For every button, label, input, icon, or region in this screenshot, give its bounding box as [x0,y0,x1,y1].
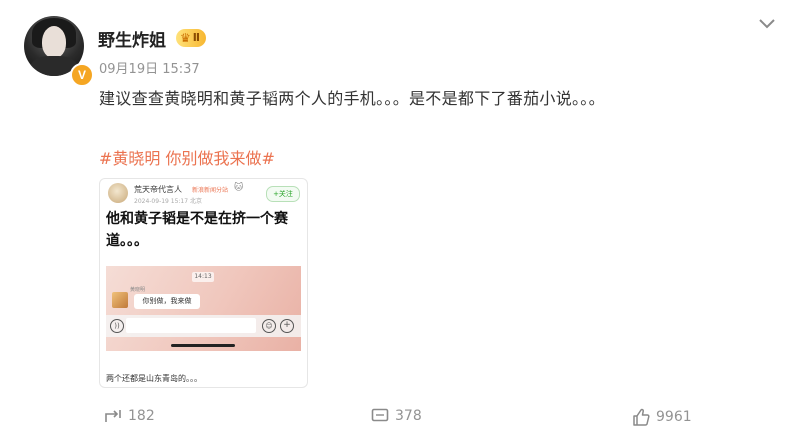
card-title: 他和黄子韬是不是在挤一个赛道。。。 [106,211,288,249]
comment-button[interactable]: 378 [371,408,422,424]
card-author: 荒天帝代言人 [134,185,182,194]
card-caption: 两个还都是山东青岛的。。。 [106,374,202,383]
card-avatar [108,183,128,203]
post-time[interactable]: 09月19日 15:37 [99,58,200,77]
level-badge[interactable]: ♛ Ⅱ [176,29,207,47]
crown-icon: ♛ [180,31,191,45]
like-count: 9961 [656,409,692,425]
username[interactable]: 野生炸姐 [98,26,166,51]
card-time: 2024-09-19 15:17 北京 [134,198,202,205]
share-icon [105,410,121,422]
home-indicator [171,344,235,347]
repost-button[interactable]: 182 [104,408,155,424]
cat-icon: 🐱 [234,183,244,193]
chat-sender: 黄晓明 [130,287,146,293]
card-tag: 新浪新闻分站 [192,187,229,194]
voice-icon: )) [110,319,124,333]
post-content: 建议查查黄晓明和黄子韬两个人的手机。。。是不是都下了番茄小说。。。 [99,89,605,108]
chat-input-bar: )) ☺ + [106,315,301,337]
plus-icon: + [280,319,294,333]
topic-link[interactable]: #黄晓明 你别做我来做# [99,145,275,169]
card-follow-button: +关注 [266,186,300,202]
emoji-icon: ☺ [262,319,276,333]
chat-time: 14:13 [192,272,214,282]
chat-bubble: 你别做，我来做 [134,294,200,309]
embedded-image-card[interactable]: 荒天帝代言人 新浪新闻分站 🐱 2024-09-19 15:17 北京 +关注 … [99,178,308,388]
chevron-down-icon[interactable] [757,13,777,33]
chat-avatar [112,292,128,308]
like-button[interactable]: 9961 [632,408,692,426]
repost-count: 182 [128,408,155,424]
comment-count: 378 [395,408,422,424]
chat-input [126,318,256,333]
verified-v-icon: V [70,63,94,87]
chat-screenshot: 14:13 黄晓明 你别做，我来做 )) ☺ + [106,266,301,351]
thumb-up-icon [633,408,650,426]
comment-icon [371,408,389,422]
level-text: Ⅱ [192,31,201,44]
